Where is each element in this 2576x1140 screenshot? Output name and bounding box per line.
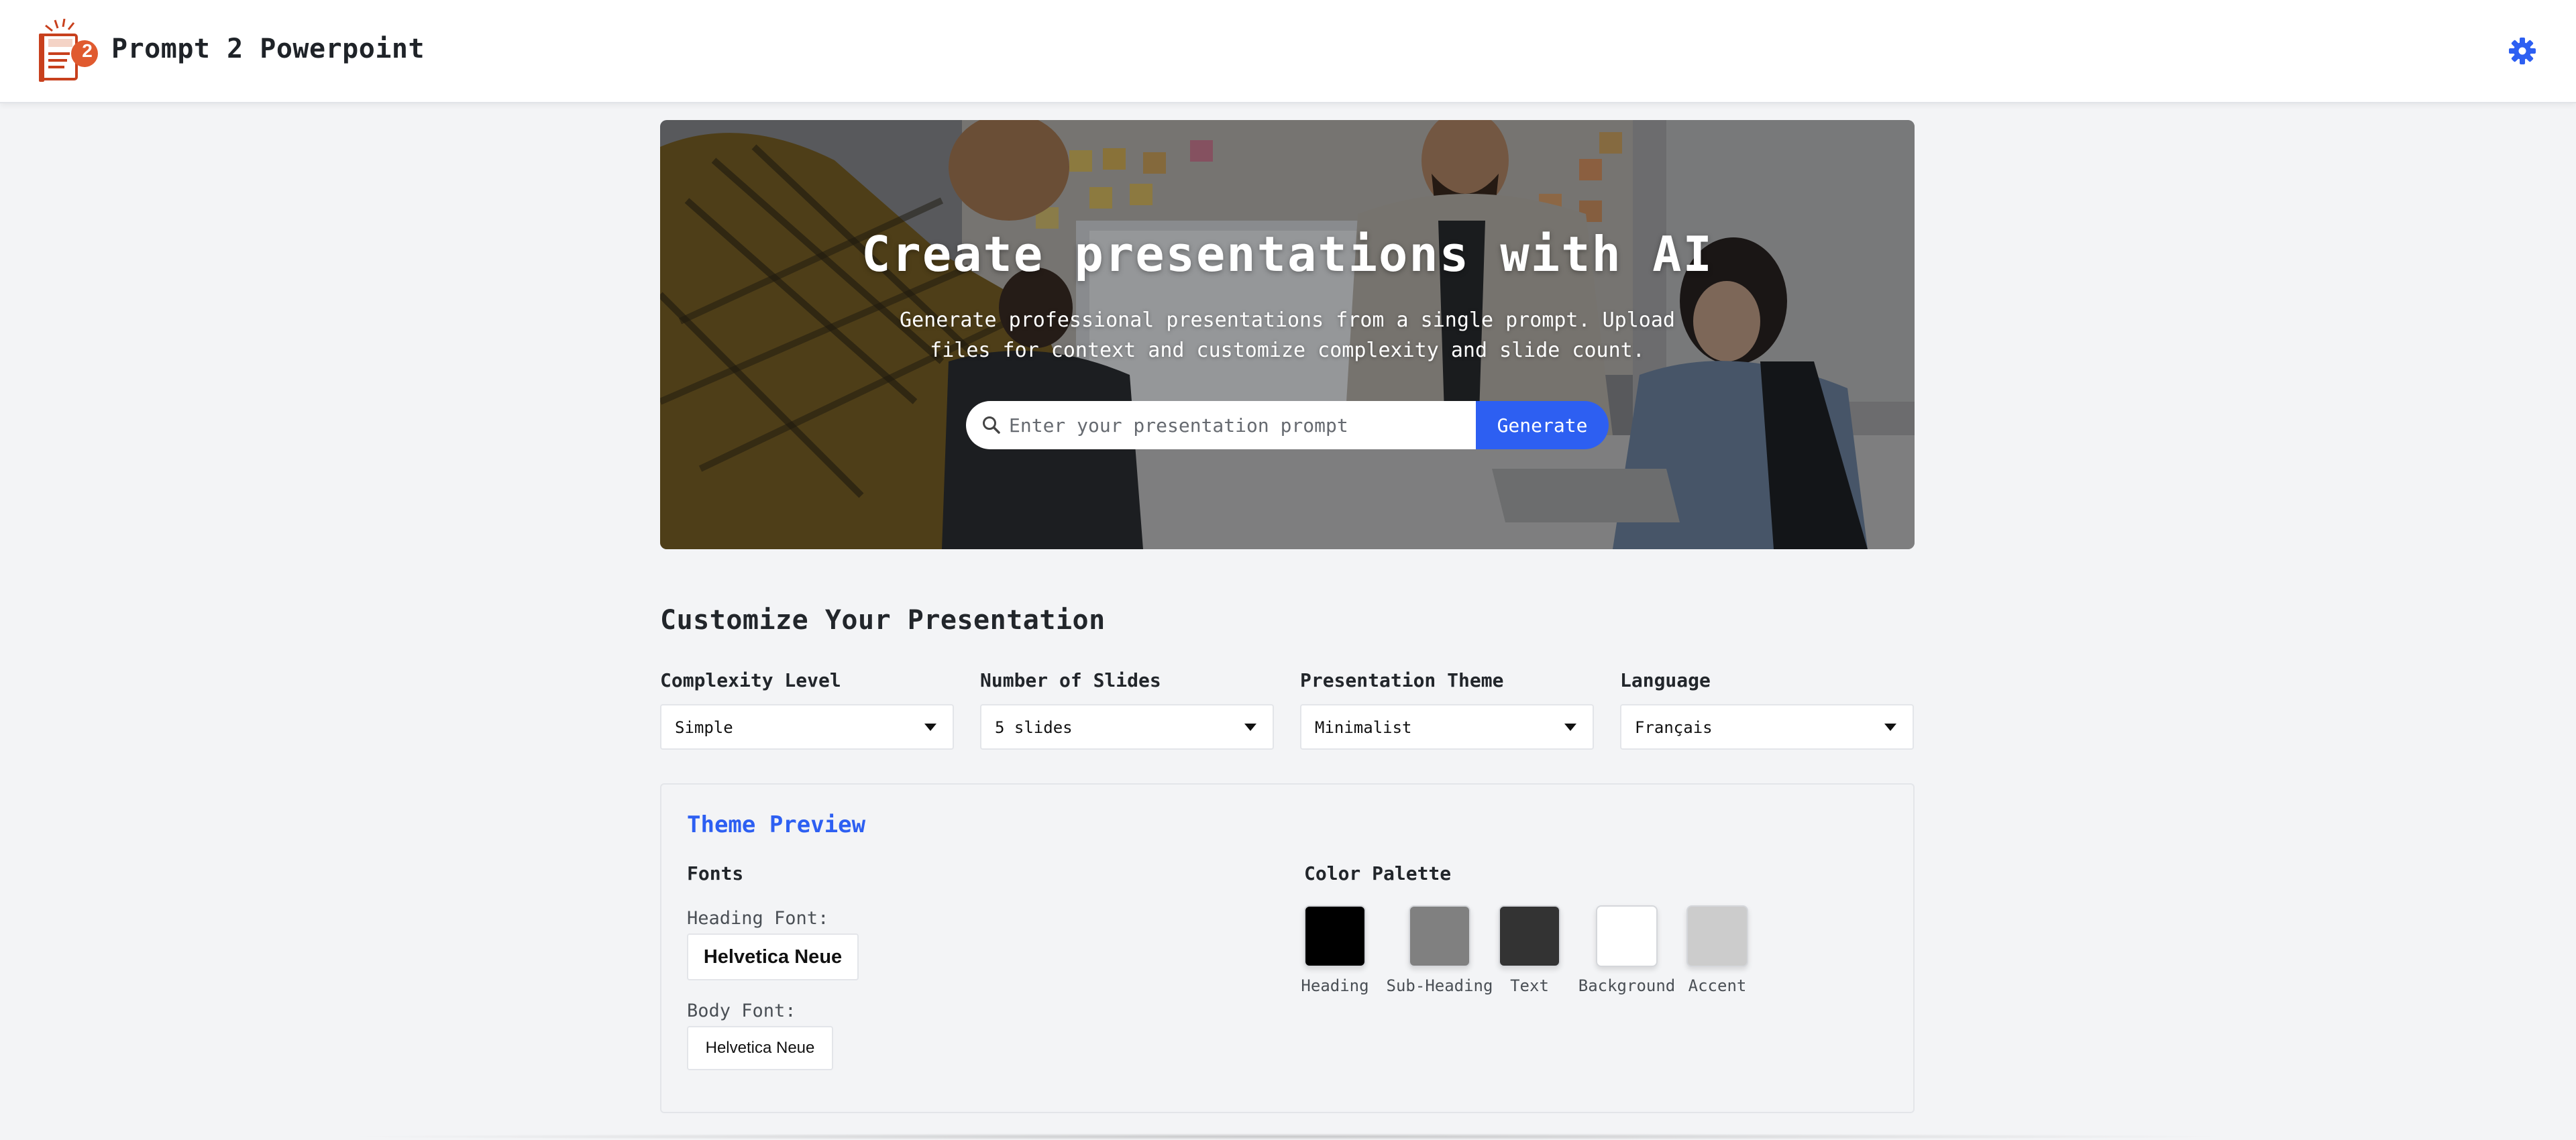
palette-swatch-text: Text [1493,905,1566,995]
chevron-down-icon [1244,724,1256,731]
fonts-heading: Fonts [687,862,744,885]
language-value: Français [1635,718,1713,737]
customize-section-title: Customize Your Presentation [660,605,1106,636]
language-select[interactable]: Français [1620,704,1914,750]
heading-font-sample: Helvetica Neue [687,933,859,980]
palette-swatch-background: Background [1576,905,1677,995]
swatch-label: Accent [1688,976,1747,995]
color-palette-heading: Color Palette [1304,862,1452,885]
palette-swatch-sub-heading: Sub-Heading [1386,905,1493,995]
settings-button[interactable] [2508,36,2537,66]
top-bar: 2 Prompt 2 Powerpoint [0,0,2576,103]
prompt-search-box [966,401,1476,449]
hero-banner: Create presentations with AI Generate pr… [660,120,1915,549]
color-swatch [1409,905,1470,967]
palette-swatch-heading: Heading [1299,905,1371,995]
slides-value: 5 slides [995,718,1073,737]
heading-font-label: Heading Font: [687,908,829,929]
palette-swatch-accent: Accent [1681,905,1754,995]
slides-label: Number of Slides [980,669,1161,691]
theme-select[interactable]: Minimalist [1300,704,1594,750]
color-swatch [1686,905,1748,967]
gear-icon [2509,38,2536,64]
page-bottom-shadow [335,1133,2241,1140]
hero-subtitle: Generate professional presentations from… [900,308,1675,362]
swatch-label: Heading [1301,976,1369,995]
chevron-down-icon [924,724,936,731]
swatch-label: Text [1510,976,1549,995]
hero-title: Create presentations with AI [861,226,1713,282]
search-icon [983,416,1000,434]
swatch-label: Sub-Heading [1386,976,1493,995]
color-swatch [1596,905,1658,967]
theme-value: Minimalist [1315,718,1412,737]
prompt-input[interactable] [1009,406,1465,444]
generate-button[interactable]: Generate [1476,401,1609,449]
color-swatch [1499,905,1560,967]
complexity-value: Simple [675,718,733,737]
logo-badge: 2 [82,40,93,61]
color-swatch [1304,905,1366,967]
body-font-sample: Helvetica Neue [687,1026,833,1070]
theme-preview-title: Theme Preview [687,811,866,838]
chevron-down-icon [1884,724,1896,731]
slides-select[interactable]: 5 slides [980,704,1274,750]
chevron-down-icon [1564,724,1576,731]
swatch-label: Background [1578,976,1676,995]
app-title: Prompt 2 Powerpoint [111,34,425,64]
theme-label: Presentation Theme [1300,669,1504,691]
complexity-select[interactable]: Simple [660,704,954,750]
body-font-label: Body Font: [687,1001,796,1021]
language-label: Language [1620,669,1711,691]
complexity-label: Complexity Level [660,669,841,691]
theme-preview-card: Theme Preview Fonts Heading Font: Helvet… [660,783,1915,1113]
